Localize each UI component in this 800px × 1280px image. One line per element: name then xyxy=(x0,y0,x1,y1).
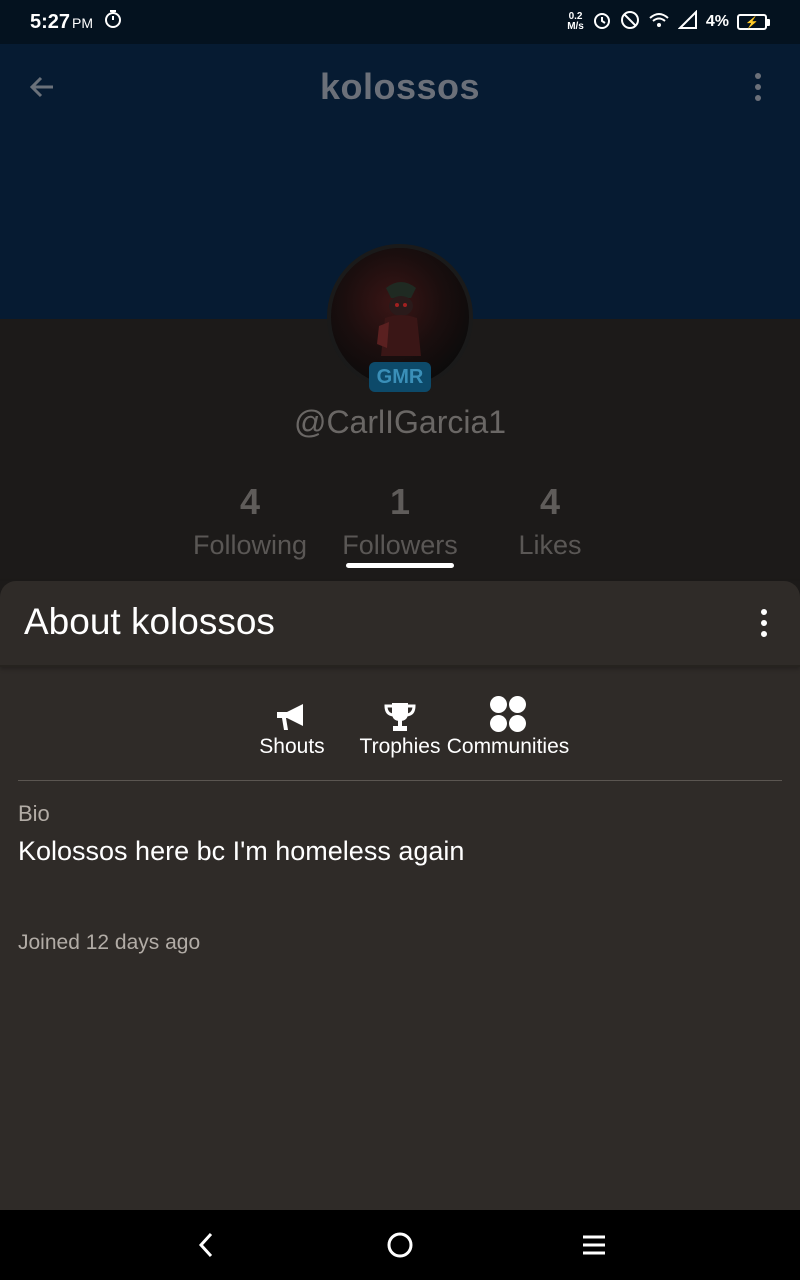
status-bar: 5:27 PM 0.2 M/s 4% ⚡ xyxy=(0,0,800,44)
home-circle-icon xyxy=(387,1232,413,1258)
about-more-button[interactable] xyxy=(746,603,782,643)
followers-count: 1 xyxy=(389,481,411,522)
likes-stat[interactable]: 4 Likes xyxy=(475,478,625,561)
battery-icon: ⚡ xyxy=(737,14,770,30)
time-text: 5:27 xyxy=(30,10,71,33)
following-label: Following xyxy=(192,530,308,560)
more-options-button[interactable] xyxy=(736,65,780,109)
bio-text: Kolossos here bc I'm homeless again xyxy=(18,836,465,866)
bio-label: Bio xyxy=(18,801,50,826)
tab-shouts-label: Shouts xyxy=(259,735,325,758)
likes-label: Likes xyxy=(518,530,582,560)
status-left: 5:27 PM xyxy=(30,9,123,35)
avatar-container[interactable]: GMR xyxy=(327,244,473,392)
system-recents-button[interactable] xyxy=(569,1225,619,1265)
top-navigation: kolossos xyxy=(0,44,800,130)
trophy-icon xyxy=(383,693,417,733)
tab-communities[interactable]: Communities xyxy=(440,693,576,759)
tab-communities-label: Communities xyxy=(446,735,570,758)
page-title: kolossos xyxy=(319,66,481,107)
tab-trophies-label: Trophies xyxy=(359,735,441,758)
likes-count: 4 xyxy=(539,481,561,522)
battery-percent: 4% xyxy=(705,13,729,30)
arrow-left-icon xyxy=(29,76,53,98)
dot xyxy=(755,95,761,101)
dot xyxy=(755,84,761,90)
following-count: 4 xyxy=(239,481,261,522)
alarm-icon xyxy=(592,10,612,35)
ampm-text: PM xyxy=(72,14,94,31)
do-not-disturb-icon xyxy=(620,10,640,35)
about-sheet: About kolossos Shouts Trophies Communiti… xyxy=(0,581,800,1210)
network-speed: 0.2 M/s xyxy=(567,11,584,32)
status-time: 5:27 PM xyxy=(30,11,93,34)
about-header: About kolossos xyxy=(0,581,800,667)
followers-stat[interactable]: 1 Followers xyxy=(325,478,475,561)
active-tab-indicator xyxy=(346,563,454,568)
back-button[interactable] xyxy=(20,65,64,109)
system-home-button[interactable] xyxy=(375,1225,425,1265)
status-right: 0.2 M/s 4% ⚡ xyxy=(567,9,770,35)
signal-icon xyxy=(677,9,698,35)
dot xyxy=(761,631,767,637)
divider xyxy=(18,780,782,781)
joined-date: Joined 12 days ago xyxy=(18,931,201,954)
about-tabs: Shouts Trophies Communities xyxy=(0,693,800,783)
tab-trophies[interactable]: Trophies xyxy=(355,693,445,759)
username-handle: @CarlIGarcia1 xyxy=(293,404,507,440)
system-navigation-bar xyxy=(0,1210,800,1280)
communities-icon xyxy=(489,693,527,733)
followers-label: Followers xyxy=(342,530,458,560)
wifi-icon xyxy=(648,10,670,35)
timer-icon xyxy=(103,9,123,35)
dot xyxy=(755,73,761,79)
system-back-button[interactable] xyxy=(181,1225,231,1265)
tab-shouts[interactable]: Shouts xyxy=(250,693,334,759)
megaphone-icon xyxy=(275,693,309,733)
dot xyxy=(761,620,767,626)
menu-icon xyxy=(583,1235,605,1255)
about-title: About kolossos xyxy=(24,601,275,642)
dot xyxy=(761,609,767,615)
avatar-figure xyxy=(377,282,421,356)
gamer-badge: GMR xyxy=(369,362,431,392)
following-stat[interactable]: 4 Following xyxy=(175,478,325,561)
chevron-left-icon xyxy=(198,1232,213,1258)
